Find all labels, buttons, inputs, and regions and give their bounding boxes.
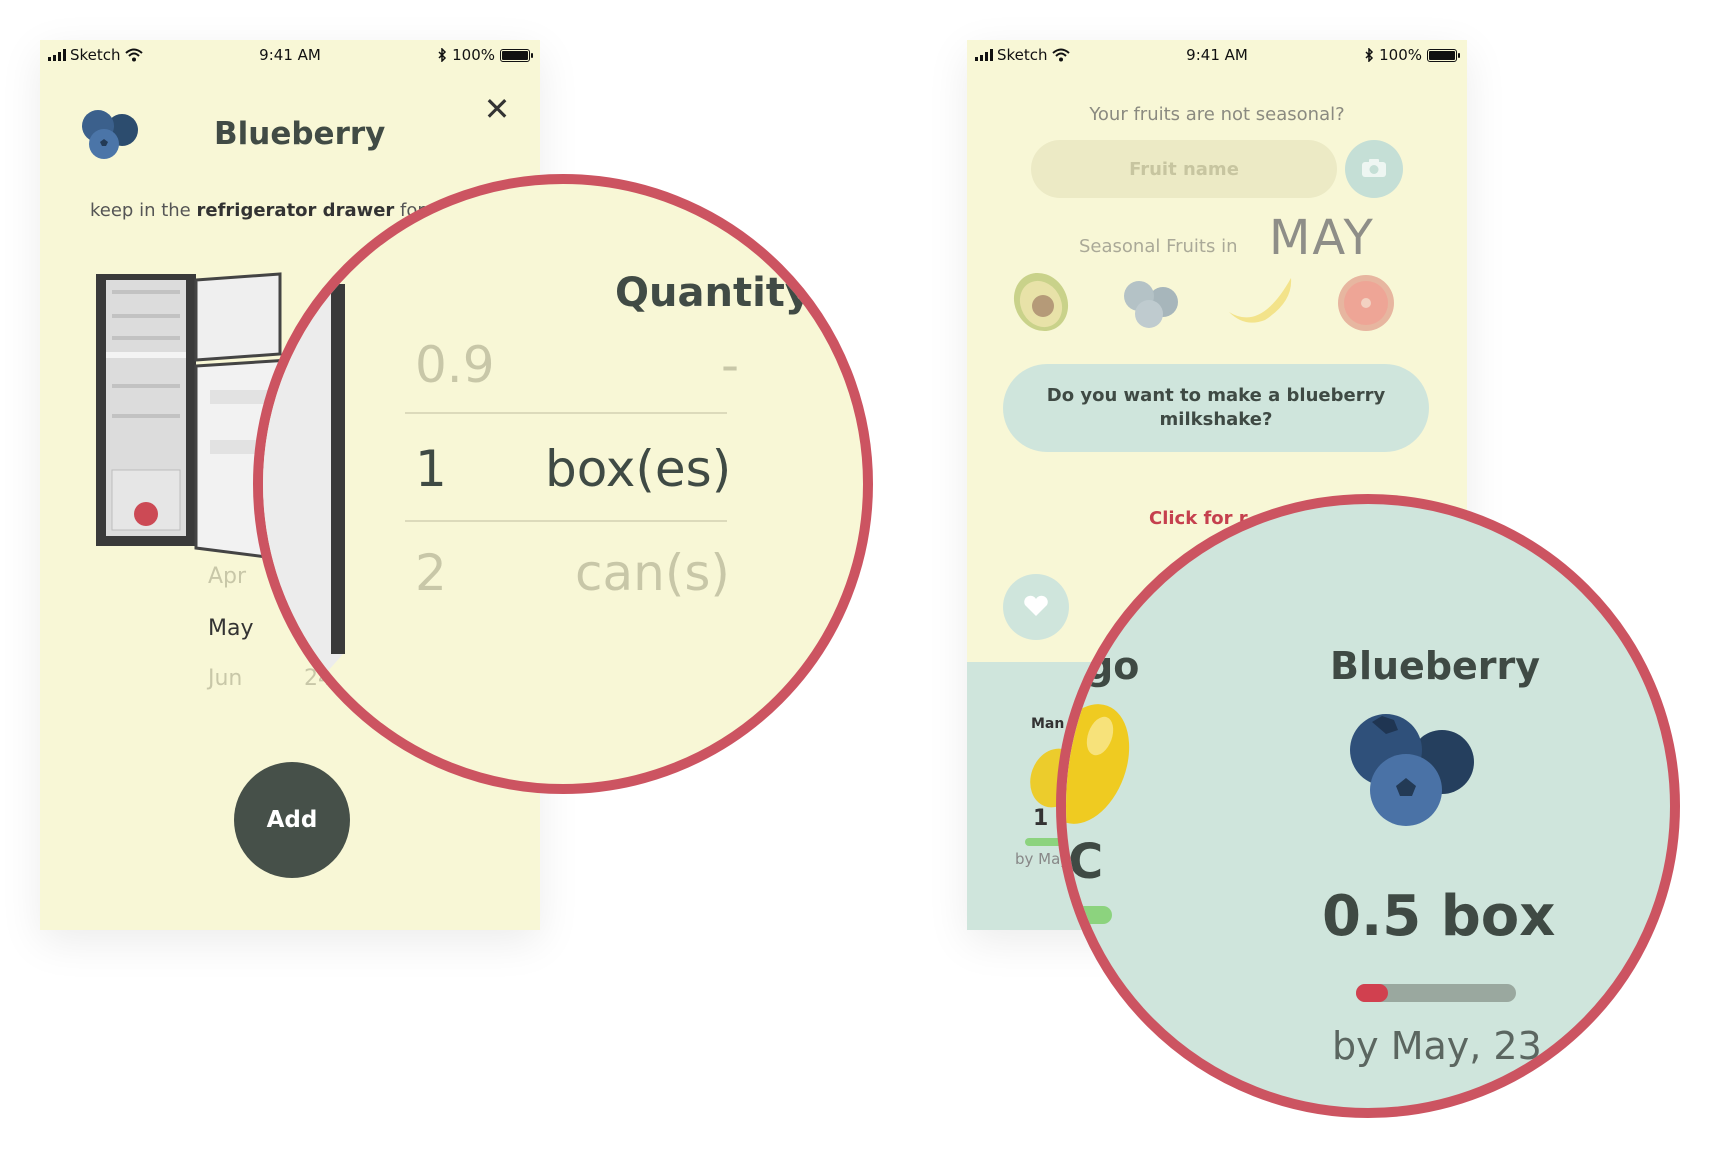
picker-divider xyxy=(405,520,727,522)
month-label: Jun xyxy=(208,666,243,691)
quantity-magnifier: Quantity 0.9 - 1 box(es) 2 can(s) xyxy=(253,174,873,794)
panel-fruit-label: Man xyxy=(1031,716,1065,732)
unit-value: can(s) xyxy=(575,544,730,602)
milkshake-suggestion-button[interactable]: Do you want to make a blueberry milkshake… xyxy=(1003,364,1429,452)
status-bar: Sketch 9:41 AM 100% xyxy=(40,40,540,72)
close-button[interactable]: ✕ xyxy=(480,92,514,126)
not-seasonal-prompt: Your fruits are not seasonal? xyxy=(1089,104,1345,125)
favorite-button[interactable] xyxy=(1003,574,1069,640)
battery-level xyxy=(502,50,528,60)
seasonal-label: Seasonal Fruits in xyxy=(1079,236,1238,257)
date-row-prev[interactable]: Apr xyxy=(208,564,246,589)
inventory-expiry: by May, 23 xyxy=(1332,1024,1542,1068)
close-icon: ✕ xyxy=(483,90,511,128)
banana-icon[interactable] xyxy=(1225,272,1299,332)
battery: 100% xyxy=(438,46,533,64)
unit-row-next[interactable]: can(s) xyxy=(575,544,730,602)
month-label: May xyxy=(208,616,254,641)
bluetooth-icon xyxy=(1365,48,1374,62)
grapefruit-icon[interactable] xyxy=(1333,270,1399,336)
avocado-icon[interactable] xyxy=(1007,268,1077,338)
milkshake-line-2: milkshake? xyxy=(1159,409,1273,430)
status-bar: Sketch 9:41 AM 100% xyxy=(967,40,1467,72)
camera-button[interactable] xyxy=(1345,140,1403,198)
inventory-progress-fill xyxy=(1356,984,1388,1002)
partial-fruit-title: go xyxy=(1086,644,1140,688)
blueberry-icon[interactable] xyxy=(1119,274,1185,334)
date-row-next[interactable]: Jun24 xyxy=(208,666,332,691)
bluetooth-icon xyxy=(438,48,447,62)
fruit-title: Blueberry xyxy=(214,116,386,152)
camera-icon xyxy=(1362,158,1386,177)
unit-row-selected[interactable]: box(es) xyxy=(545,440,731,498)
unit-row-prev[interactable]: - xyxy=(721,336,739,394)
quantity-row-prev[interactable]: 0.9 xyxy=(415,336,495,394)
battery-percent: 100% xyxy=(1379,46,1422,64)
mango-icon xyxy=(1066,704,1130,824)
battery-icon xyxy=(1427,48,1460,62)
milkshake-line-1: Do you want to make a blueberry xyxy=(1046,385,1386,406)
picker-divider xyxy=(405,412,727,414)
current-month: MAY xyxy=(1269,210,1375,266)
quantity-row-selected[interactable]: 1 xyxy=(415,440,447,498)
quantity-row-next[interactable]: 2 xyxy=(415,544,447,602)
battery: 100% xyxy=(1365,46,1460,64)
fruit-name-input[interactable] xyxy=(1031,140,1337,198)
unit-value: box(es) xyxy=(545,440,732,498)
date-row-selected[interactable]: May xyxy=(208,616,253,641)
battery-icon xyxy=(500,48,533,62)
keep-prefix: keep in the xyxy=(90,200,197,221)
blueberry-icon xyxy=(1350,714,1474,826)
quantity-value: 2 xyxy=(415,544,447,602)
partial-quantity: C xyxy=(1068,834,1104,890)
battery-level xyxy=(1429,50,1455,60)
inventory-magnifier: go C Blueberry 0.5 box by May, 23 xyxy=(1056,494,1680,1118)
inventory-quantity: 0.5 box xyxy=(1322,884,1556,949)
seasonal-fruit-row xyxy=(1007,268,1427,348)
quantity-value: 1 xyxy=(415,440,447,498)
quantity-value: 0.9 xyxy=(415,336,495,394)
quantity-title: Quantity xyxy=(615,270,811,316)
month-label: Apr xyxy=(208,564,247,589)
partial-progress-bar xyxy=(1066,906,1112,924)
heart-icon xyxy=(1024,595,1048,616)
unit-value: - xyxy=(721,336,740,394)
inventory-fruit-title: Blueberry xyxy=(1330,644,1541,688)
blueberry-icon xyxy=(82,110,138,159)
inventory-progress-bar xyxy=(1356,984,1516,1002)
fridge-door-detail xyxy=(263,284,345,744)
battery-percent: 100% xyxy=(452,46,495,64)
